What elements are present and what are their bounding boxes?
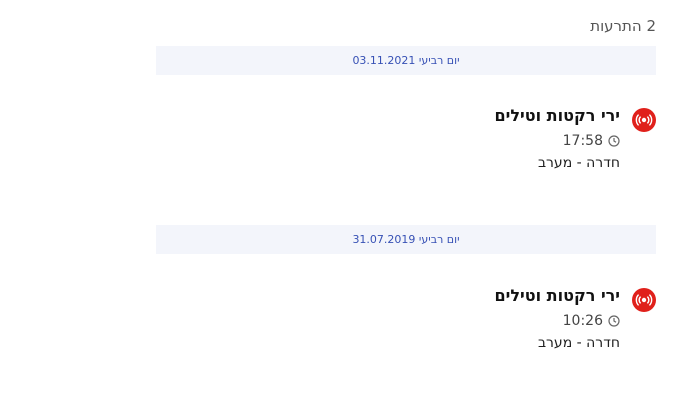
alert-area: חדרה - מערב	[537, 155, 620, 171]
alert-area: חדרה - מערב	[537, 335, 620, 351]
siren-icon	[632, 108, 656, 132]
alerts-history-panel: 2 התרעות יום רביעי 03.11.2021 ירי רקטות …	[156, 0, 656, 408]
alert-item[interactable]: ירי רקטות וטילים 17:58 חדרה - מערב	[356, 106, 656, 176]
alert-time: 17:58	[563, 133, 620, 149]
alert-time-value: 10:26	[562, 313, 603, 329]
alert-time: 10:26	[563, 313, 620, 329]
date-header: יום רביעי 03.11.2021	[156, 46, 656, 75]
alert-time-value: 17:58	[562, 133, 603, 149]
alerts-count: 2 התרעות	[590, 17, 656, 35]
alert-item[interactable]: ירי רקטות וטילים 10:26 חדרה - מערב	[356, 286, 656, 356]
clock-icon	[608, 135, 620, 147]
alert-title: ירי רקטות וטילים	[494, 106, 621, 125]
clock-icon	[608, 315, 620, 327]
siren-icon	[632, 288, 656, 312]
alert-title: ירי רקטות וטילים	[494, 286, 621, 305]
date-header: יום רביעי 31.07.2019	[156, 225, 656, 254]
